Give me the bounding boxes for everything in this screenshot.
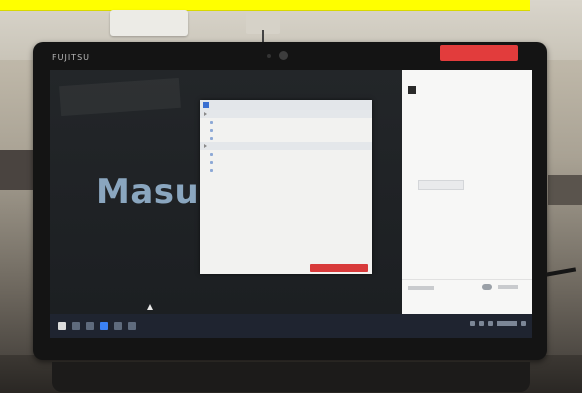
expand-icon [204,144,207,148]
notification-icon[interactable] [521,321,526,326]
volume-icon[interactable] [479,321,484,326]
item-icon [210,136,213,140]
battery-icon[interactable] [488,321,493,326]
taskbar [50,314,532,338]
dialog-app-icon [203,102,209,108]
yellow-banner [0,0,530,11]
item-icon [210,168,213,172]
shelf-right [548,175,582,205]
avatar [408,86,416,94]
panel-account [402,84,532,96]
task-view-icon[interactable] [86,322,94,330]
photo-scene: FUJITSU Masuk [0,0,582,393]
recording-badge [440,45,518,61]
dialog-footer [200,262,372,274]
panel-mini-text [498,285,518,289]
dialog-group-row[interactable] [200,142,372,150]
dialog-group-row[interactable] [200,110,372,118]
dialog-item-row[interactable] [200,166,372,174]
options-dialog [200,100,372,274]
mouse-pointer-icon [147,304,153,310]
laptop-base [52,362,530,392]
store-icon[interactable] [128,322,136,330]
clock[interactable] [497,321,517,326]
panel-header-blurred [402,70,532,84]
item-icon [210,128,213,132]
sensor-icon [267,54,271,58]
dialog-primary-button[interactable] [310,264,368,272]
camera-icon [279,51,288,60]
panel-select[interactable] [418,180,464,190]
panel-status [408,286,434,290]
item-icon [210,160,213,164]
dialog-item-row[interactable] [200,126,372,134]
wall-device [110,10,188,36]
system-tray [470,321,526,326]
file-explorer-icon[interactable] [114,322,122,330]
cable [545,267,577,277]
item-icon [210,152,213,156]
laptop-screen: Masuk [50,70,532,338]
brand-logo: FUJITSU [52,53,90,62]
network-icon[interactable] [470,321,475,326]
panel-controls [410,180,524,190]
dialog-item-row[interactable] [200,150,372,158]
shelf-left [0,150,34,190]
panel-toggle[interactable] [482,284,492,290]
item-icon [210,120,213,124]
dialog-item-row[interactable] [200,118,372,126]
dialog-item-row[interactable] [200,158,372,166]
screen-glare [59,77,181,117]
edge-icon[interactable] [100,322,108,330]
expand-icon [204,112,207,116]
windows-start-icon[interactable] [58,322,66,330]
dialog-header [200,100,372,110]
side-panel [402,70,532,314]
panel-footer [402,279,532,300]
dialog-item-row[interactable] [200,134,372,142]
search-icon[interactable] [72,322,80,330]
